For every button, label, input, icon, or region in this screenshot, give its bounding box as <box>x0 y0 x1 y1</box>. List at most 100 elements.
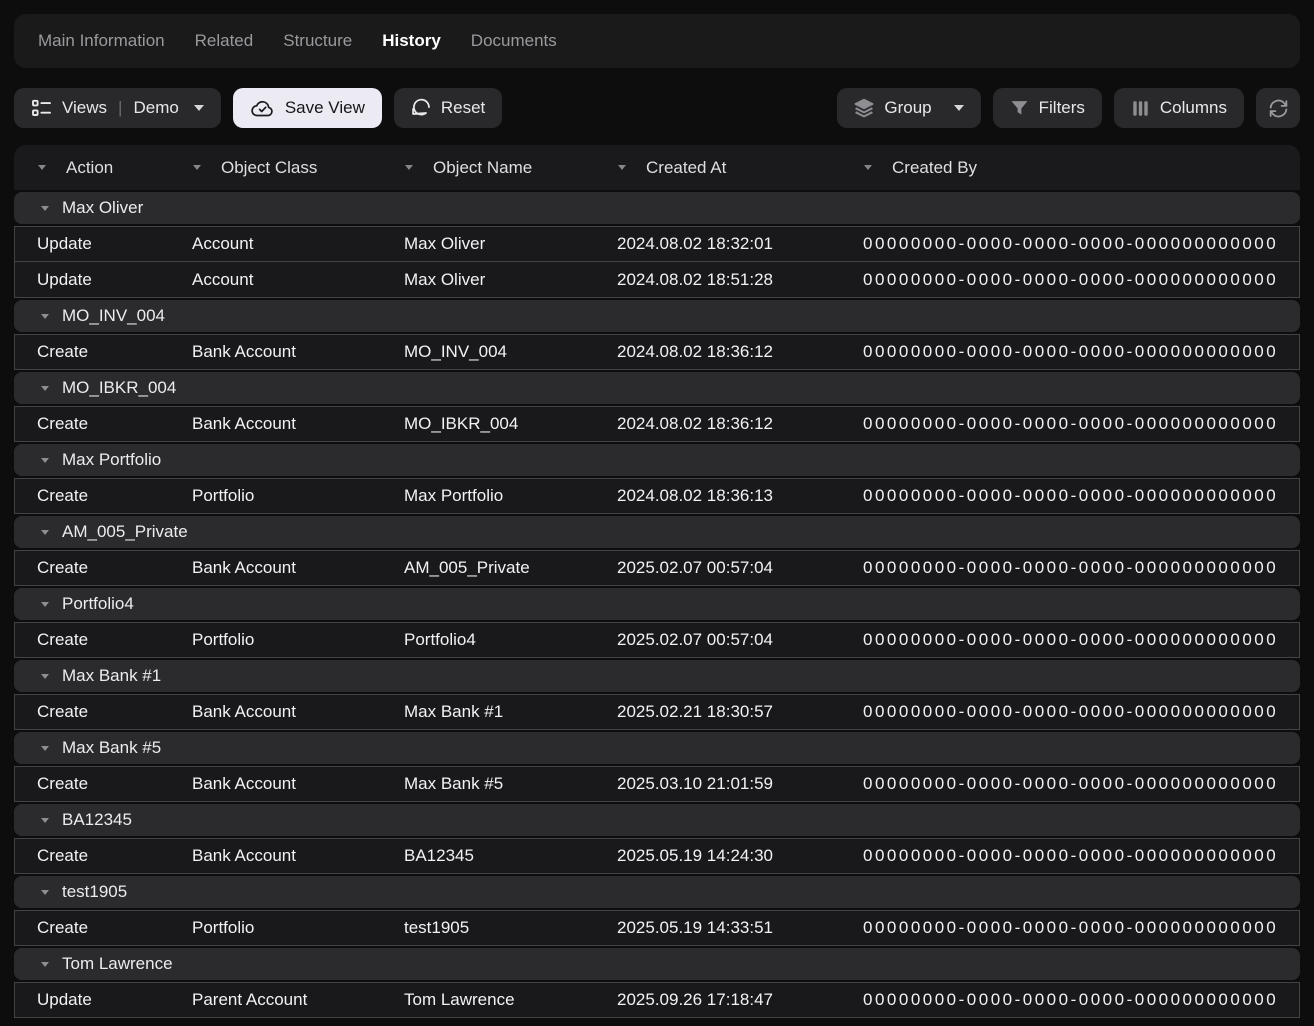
rotate-ccw-icon <box>411 98 431 118</box>
group-collapse-icon[interactable] <box>41 818 49 823</box>
views-selector-button[interactable]: Views | Demo <box>14 88 221 128</box>
group-collapse-icon[interactable] <box>41 890 49 895</box>
group-name: MO_INV_004 <box>62 306 165 326</box>
group-row[interactable]: AM_005_Private <box>14 516 1300 548</box>
group-name: Max Bank #1 <box>62 666 161 686</box>
column-header-created-at[interactable]: Created At <box>594 158 840 178</box>
cell-object-class: Bank Account <box>170 702 382 722</box>
tab-structure[interactable]: Structure <box>283 31 352 51</box>
tab-documents[interactable]: Documents <box>471 31 557 51</box>
views-selected-value: Demo <box>133 98 178 118</box>
group-name: Max Oliver <box>62 198 143 218</box>
group-collapse-icon[interactable] <box>41 314 49 319</box>
column-menu-icon[interactable] <box>405 165 413 170</box>
cell-created-by: 00000000-0000-0000-0000-000000000000 <box>841 486 1299 506</box>
table-row[interactable]: CreateBank AccountMO_IBKR_0042024.08.02 … <box>14 406 1300 442</box>
cell-created-at: 2025.09.26 17:18:47 <box>595 990 841 1010</box>
table-row[interactable]: UpdateParent AccountTom Lawrence2025.09.… <box>14 982 1300 1018</box>
cell-created-at: 2025.05.19 14:24:30 <box>595 846 841 866</box>
chevron-down-icon <box>194 105 204 111</box>
table-row[interactable]: CreateBank AccountBA123452025.05.19 14:2… <box>14 838 1300 874</box>
refresh-button[interactable] <box>1256 88 1300 128</box>
table-row[interactable]: CreatePortfolioPortfolio42025.02.07 00:5… <box>14 622 1300 658</box>
save-view-label: Save View <box>285 98 365 118</box>
column-header-object-name[interactable]: Object Name <box>381 158 594 178</box>
table-row[interactable]: UpdateAccountMax Oliver2024.08.02 18:51:… <box>14 262 1300 298</box>
group-row[interactable]: Portfolio4 <box>14 588 1300 620</box>
cell-action: Update <box>15 234 170 254</box>
table-row[interactable]: CreateBank AccountAM_005_Private2025.02.… <box>14 550 1300 586</box>
group-collapse-icon[interactable] <box>41 458 49 463</box>
save-view-button[interactable]: Save View <box>233 88 382 128</box>
group-row[interactable]: BA12345 <box>14 804 1300 836</box>
reset-button[interactable]: Reset <box>394 88 502 128</box>
cell-action: Create <box>15 846 170 866</box>
cell-object-class: Portfolio <box>170 918 382 938</box>
group-collapse-icon[interactable] <box>41 962 49 967</box>
cell-created-at: 2024.08.02 18:36:12 <box>595 342 841 362</box>
cell-object-class: Bank Account <box>170 342 382 362</box>
group-name: Tom Lawrence <box>62 954 173 974</box>
cell-object-class: Portfolio <box>170 486 382 506</box>
column-header-label: Created At <box>646 158 726 178</box>
group-collapse-icon[interactable] <box>41 746 49 751</box>
column-menu-icon[interactable] <box>38 165 46 170</box>
cell-object-name: Max Portfolio <box>382 486 595 506</box>
column-header-object-class[interactable]: Object Class <box>169 158 381 178</box>
group-row[interactable]: Max Oliver <box>14 192 1300 224</box>
cell-created-at: 2024.08.02 18:36:12 <box>595 414 841 434</box>
group-name: Max Bank #5 <box>62 738 161 758</box>
cell-object-name: Max Oliver <box>382 234 595 254</box>
cell-action: Create <box>15 486 170 506</box>
group-button[interactable]: Group <box>837 88 980 128</box>
group-row[interactable]: MO_IBKR_004 <box>14 372 1300 404</box>
group-collapse-icon[interactable] <box>41 674 49 679</box>
cell-object-name: test1905 <box>382 918 595 938</box>
group-name: Portfolio4 <box>62 594 134 614</box>
group-row[interactable]: Max Portfolio <box>14 444 1300 476</box>
cell-created-by: 00000000-0000-0000-0000-000000000000 <box>841 234 1299 254</box>
cell-created-by: 00000000-0000-0000-0000-000000000000 <box>841 270 1299 290</box>
group-row[interactable]: MO_INV_004 <box>14 300 1300 332</box>
cell-action: Create <box>15 342 170 362</box>
cell-object-class: Bank Account <box>170 846 382 866</box>
group-collapse-icon[interactable] <box>41 602 49 607</box>
group-name: Max Portfolio <box>62 450 161 470</box>
tab-main-information[interactable]: Main Information <box>38 31 165 51</box>
tab-history[interactable]: History <box>382 31 441 51</box>
column-header-action[interactable]: Action <box>14 158 169 178</box>
group-row[interactable]: Tom Lawrence <box>14 948 1300 980</box>
cell-object-class: Account <box>170 270 382 290</box>
cell-created-at: 2025.02.07 00:57:04 <box>595 630 841 650</box>
tab-related[interactable]: Related <box>195 31 254 51</box>
columns-button[interactable]: Columns <box>1114 88 1244 128</box>
group-collapse-icon[interactable] <box>41 530 49 535</box>
funnel-icon <box>1010 99 1029 118</box>
column-header-label: Created By <box>892 158 977 178</box>
cell-action: Create <box>15 414 170 434</box>
layers-icon <box>854 98 874 118</box>
table-row[interactable]: CreateBank AccountMax Bank #52025.03.10 … <box>14 766 1300 802</box>
column-menu-icon[interactable] <box>618 165 626 170</box>
table-row[interactable]: CreateBank AccountMax Bank #12025.02.21 … <box>14 694 1300 730</box>
table-row[interactable]: CreateBank AccountMO_INV_0042024.08.02 1… <box>14 334 1300 370</box>
column-header-label: Action <box>66 158 113 178</box>
filters-button[interactable]: Filters <box>993 88 1102 128</box>
table-row[interactable]: CreatePortfolioMax Portfolio2024.08.02 1… <box>14 478 1300 514</box>
group-collapse-icon[interactable] <box>41 386 49 391</box>
group-collapse-icon[interactable] <box>41 206 49 211</box>
cell-created-at: 2025.02.21 18:30:57 <box>595 702 841 722</box>
table-row[interactable]: UpdateAccountMax Oliver2024.08.02 18:32:… <box>14 226 1300 262</box>
group-row[interactable]: Max Bank #5 <box>14 732 1300 764</box>
group-row[interactable]: Max Bank #1 <box>14 660 1300 692</box>
column-menu-icon[interactable] <box>193 165 201 170</box>
cell-created-by: 00000000-0000-0000-0000-000000000000 <box>841 414 1299 434</box>
column-menu-icon[interactable] <box>864 165 872 170</box>
group-row[interactable]: test1905 <box>14 876 1300 908</box>
cell-object-class: Bank Account <box>170 414 382 434</box>
cell-object-class: Portfolio <box>170 630 382 650</box>
table-row[interactable]: CreatePortfoliotest19052025.05.19 14:33:… <box>14 910 1300 946</box>
views-label: Views <box>62 98 107 118</box>
cell-object-name: Max Bank #1 <box>382 702 595 722</box>
column-header-created-by[interactable]: Created By <box>840 158 1300 178</box>
